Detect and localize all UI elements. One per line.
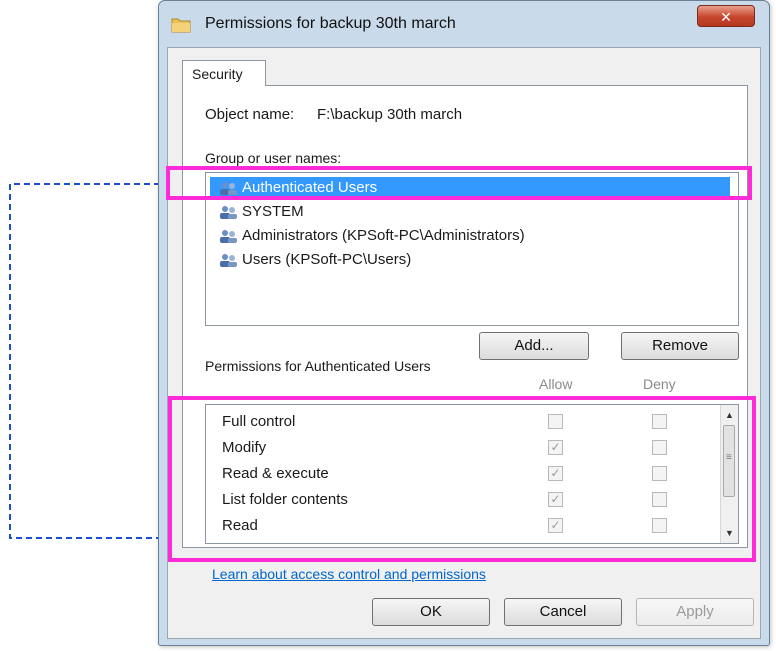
users-icon [220, 254, 237, 267]
user-row-system[interactable]: SYSTEM [210, 201, 730, 223]
highlight-box-permissions [168, 396, 756, 562]
add-button[interactable]: Add... [479, 332, 589, 360]
window-title: Permissions for backup 30th march [205, 15, 456, 32]
user-row-users[interactable]: Users (KPSoft-PC\Users) [210, 249, 730, 271]
ok-button[interactable]: OK [372, 598, 490, 626]
permissions-label: Permissions for Authenticated Users [205, 358, 431, 374]
allow-column-header: Allow [539, 376, 573, 392]
user-name: SYSTEM [242, 203, 304, 220]
users-icon [220, 230, 237, 243]
group-names-label: Group or user names: [205, 150, 342, 166]
users-icon [220, 206, 237, 219]
title-bar: Permissions for backup 30th march ✕ [159, 1, 769, 47]
folder-icon [171, 18, 191, 33]
remove-button[interactable]: Remove [621, 332, 739, 360]
user-name: Administrators (KPSoft-PC\Administrators… [242, 227, 525, 244]
highlight-box-user [166, 166, 752, 200]
user-row-administrators[interactable]: Administrators (KPSoft-PC\Administrators… [210, 225, 730, 247]
tab-security[interactable]: Security [182, 60, 266, 86]
deny-column-header: Deny [643, 376, 676, 392]
apply-button[interactable]: Apply [636, 598, 754, 626]
user-name: Users (KPSoft-PC\Users) [242, 251, 412, 268]
object-name-value: F:\backup 30th march [317, 106, 463, 123]
cancel-button[interactable]: Cancel [504, 598, 622, 626]
object-name-label: Object name: [205, 106, 295, 123]
learn-access-control-link[interactable]: Learn about access control and permissio… [212, 566, 486, 582]
close-button[interactable]: ✕ [697, 5, 755, 27]
